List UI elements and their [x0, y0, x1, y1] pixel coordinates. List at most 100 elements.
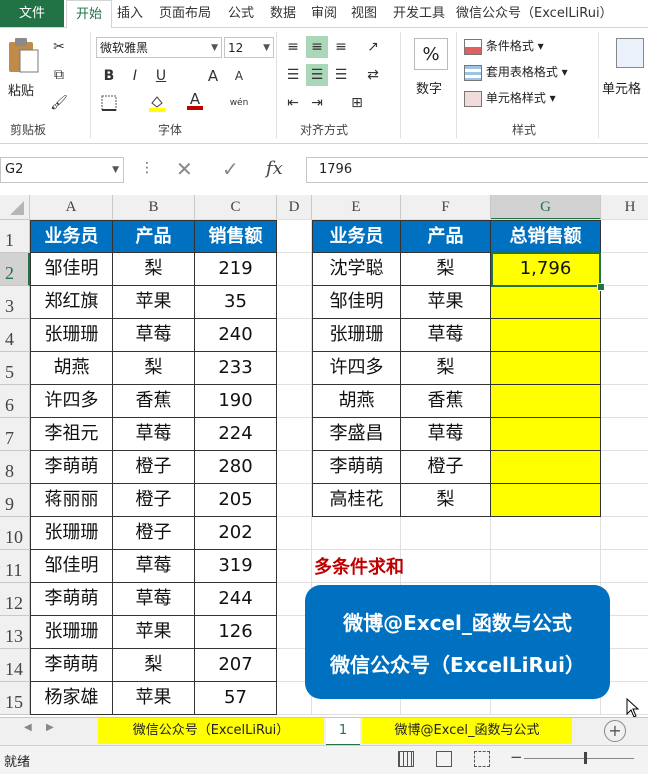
cell-a4[interactable]: 张珊珊 — [30, 319, 113, 352]
fill-color-icon[interactable] — [146, 92, 168, 114]
row-header-1[interactable]: 1 — [0, 220, 30, 253]
number-format-button[interactable]: 数字 — [416, 78, 442, 97]
cell-g8[interactable] — [491, 451, 601, 484]
row-header-6[interactable]: 6 — [0, 385, 30, 418]
cell-b8[interactable]: 橙子 — [113, 451, 195, 484]
cell-c9[interactable]: 205 — [195, 484, 277, 517]
cell-b7[interactable]: 草莓 — [113, 418, 195, 451]
tab-page-layout[interactable]: 页面布局 — [152, 0, 218, 27]
wrap-text-icon[interactable]: ⇄ — [362, 64, 384, 86]
cell-c12[interactable]: 244 — [195, 583, 277, 616]
cell-b4[interactable]: 草莓 — [113, 319, 195, 352]
increase-indent-icon[interactable]: ⇥ — [306, 92, 328, 114]
align-center-icon[interactable]: ☰ — [306, 64, 328, 86]
cell-f2[interactable]: 梨 — [401, 253, 491, 286]
tab-insert[interactable]: 插入 — [112, 0, 148, 27]
cell-b12[interactable]: 草莓 — [113, 583, 195, 616]
italic-button[interactable]: I — [124, 65, 146, 87]
row-header-12[interactable]: 12 — [0, 583, 30, 616]
name-box[interactable]: G2 ▼ — [0, 157, 124, 183]
grow-font-button[interactable]: A — [202, 65, 224, 87]
cells-button[interactable]: 单元格 — [602, 78, 641, 97]
cell-a15[interactable]: 杨家雄 — [30, 682, 113, 715]
cell-c6[interactable]: 190 — [195, 385, 277, 418]
cell-f7[interactable]: 草莓 — [401, 418, 491, 451]
paste-label[interactable]: 粘贴 — [8, 80, 34, 99]
cell-b1[interactable]: 产品 — [113, 220, 195, 253]
underline-button[interactable]: U — [150, 65, 172, 87]
font-name-select[interactable]: 微软雅黑 ▼ — [96, 37, 222, 58]
sheet-tab-weibo[interactable]: 微博@Excel_函数与公式 — [362, 718, 572, 744]
row-header-4[interactable]: 4 — [0, 319, 30, 352]
cell-g3[interactable] — [491, 286, 601, 319]
cell-c13[interactable]: 126 — [195, 616, 277, 649]
row-header-8[interactable]: 8 — [0, 451, 30, 484]
cell-b14[interactable]: 梨 — [113, 649, 195, 682]
insert-function-button[interactable]: fx — [266, 158, 283, 179]
conditional-formatting-button[interactable]: 条件格式 ▾ — [464, 36, 544, 56]
row-header-11[interactable]: 11 — [0, 550, 30, 583]
cut-icon[interactable]: ✂ — [48, 36, 70, 58]
tab-home[interactable]: 开始 — [66, 0, 112, 29]
cell-e1[interactable]: 业务员 — [312, 220, 401, 253]
cell-b10[interactable]: 橙子 — [113, 517, 195, 550]
cell-g6[interactable] — [491, 385, 601, 418]
cancel-icon[interactable]: ✕ — [176, 157, 193, 181]
cell-b3[interactable]: 苹果 — [113, 286, 195, 319]
format-as-table-button[interactable]: 套用表格格式 ▾ — [464, 62, 568, 82]
cell-g2[interactable]: 1,796 — [491, 253, 601, 286]
cell-c11[interactable]: 319 — [195, 550, 277, 583]
cell-e4[interactable]: 张珊珊 — [312, 319, 401, 352]
cell-b6[interactable]: 香蕉 — [113, 385, 195, 418]
decrease-indent-icon[interactable]: ⇤ — [282, 92, 304, 114]
phonetic-button[interactable]: wén — [228, 92, 250, 114]
cell-g7[interactable] — [491, 418, 601, 451]
column-header-f[interactable]: F — [401, 195, 491, 220]
tab-developer[interactable]: 开发工具 — [386, 0, 452, 27]
formula-input[interactable]: 1796 — [306, 157, 648, 183]
cell-a6[interactable]: 许四多 — [30, 385, 113, 418]
page-break-view-icon[interactable] — [474, 751, 490, 767]
cell-e2[interactable]: 沈学聪 — [312, 253, 401, 286]
cell-b11[interactable]: 草莓 — [113, 550, 195, 583]
cell-f3[interactable]: 苹果 — [401, 286, 491, 319]
sheet-tab-wechat[interactable]: 微信公众号（ExcelLiRui） — [98, 718, 324, 744]
cell-e3[interactable]: 邹佳明 — [312, 286, 401, 319]
normal-view-icon[interactable] — [398, 751, 414, 767]
cell-f5[interactable]: 梨 — [401, 352, 491, 385]
cell-f4[interactable]: 草莓 — [401, 319, 491, 352]
column-header-d[interactable]: D — [277, 195, 312, 220]
cell-e8[interactable]: 李萌萌 — [312, 451, 401, 484]
cell-c5[interactable]: 233 — [195, 352, 277, 385]
enter-icon[interactable]: ✓ — [222, 157, 239, 181]
align-left-icon[interactable]: ☰ — [282, 64, 304, 86]
percent-icon[interactable]: % — [414, 38, 448, 70]
align-top-icon[interactable]: ≡ — [282, 36, 304, 58]
cell-g9[interactable] — [491, 484, 601, 517]
column-header-c[interactable]: C — [195, 195, 277, 220]
column-header-e[interactable]: E — [312, 195, 401, 220]
column-header-a[interactable]: A — [30, 195, 113, 220]
align-middle-icon[interactable]: ≡ — [306, 36, 328, 58]
cell-f9[interactable]: 梨 — [401, 484, 491, 517]
cell-c1[interactable]: 销售额 — [195, 220, 277, 253]
copy-icon[interactable]: ⧉ — [48, 64, 70, 86]
cells-icon[interactable] — [616, 38, 644, 68]
cell-c3[interactable]: 35 — [195, 286, 277, 319]
cell-e9[interactable]: 高桂花 — [312, 484, 401, 517]
zoom-out-button[interactable]: − — [510, 748, 523, 766]
cell-a7[interactable]: 李祖元 — [30, 418, 113, 451]
cell-e5[interactable]: 许四多 — [312, 352, 401, 385]
tab-wechat[interactable]: 微信公众号（ExcelLiRui） — [456, 0, 648, 27]
cell-a3[interactable]: 郑红旗 — [30, 286, 113, 319]
cell-b13[interactable]: 苹果 — [113, 616, 195, 649]
row-header-13[interactable]: 13 — [0, 616, 30, 649]
cell-a9[interactable]: 蒋丽丽 — [30, 484, 113, 517]
merge-center-icon[interactable]: ⊞ — [346, 92, 368, 114]
select-all-button[interactable] — [0, 195, 30, 220]
cell-c7[interactable]: 224 — [195, 418, 277, 451]
cell-b2[interactable]: 梨 — [113, 253, 195, 286]
tab-formulas[interactable]: 公式 — [222, 0, 260, 27]
cell-b5[interactable]: 梨 — [113, 352, 195, 385]
cell-f1[interactable]: 产品 — [401, 220, 491, 253]
